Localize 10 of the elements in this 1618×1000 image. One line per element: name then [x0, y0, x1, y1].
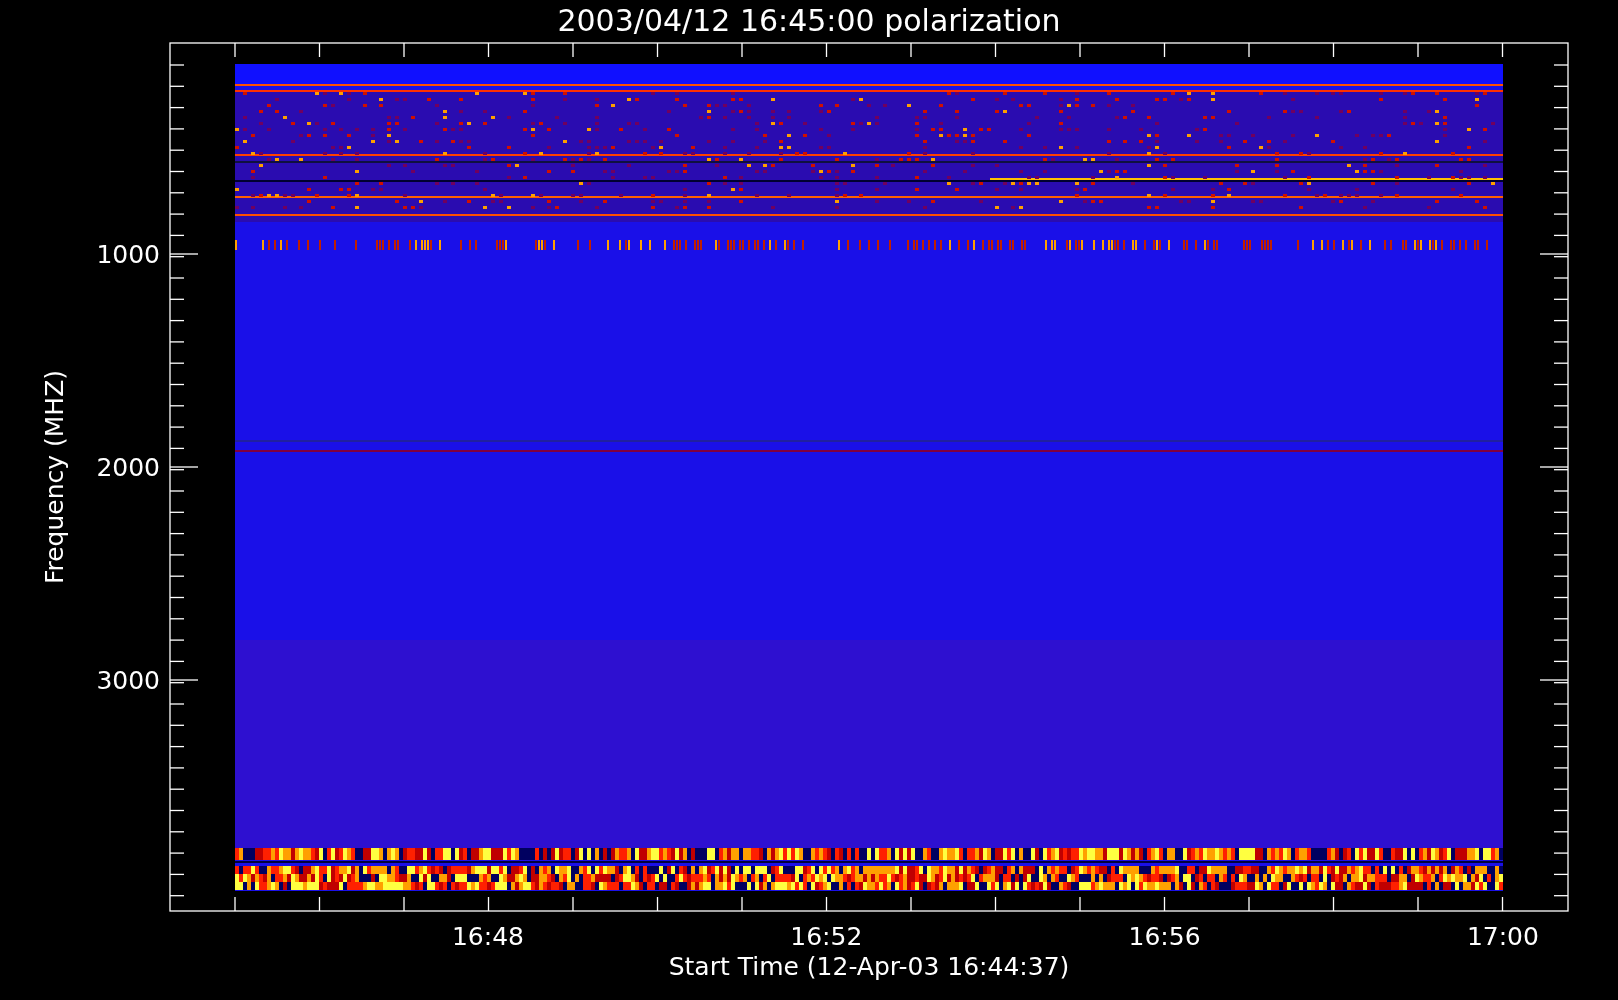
x-axis-label: Start Time (12-Apr-03 16:44:37) [668, 952, 1070, 981]
x-tick-label: 16:52 [790, 922, 863, 951]
plot-title: 2003/04/12 16:45:00 polarization [557, 3, 1061, 38]
x-tick-label: 16:56 [1128, 922, 1201, 951]
y-tick-label: 1000 [96, 240, 160, 269]
x-tick-label: 17:00 [1466, 922, 1539, 951]
y-tick-label: 2000 [96, 453, 160, 482]
y-tick-label: 3000 [96, 666, 160, 695]
y-axis-label: Frequency (MHZ) [40, 369, 69, 585]
x-tick-label: 16:48 [452, 922, 524, 951]
